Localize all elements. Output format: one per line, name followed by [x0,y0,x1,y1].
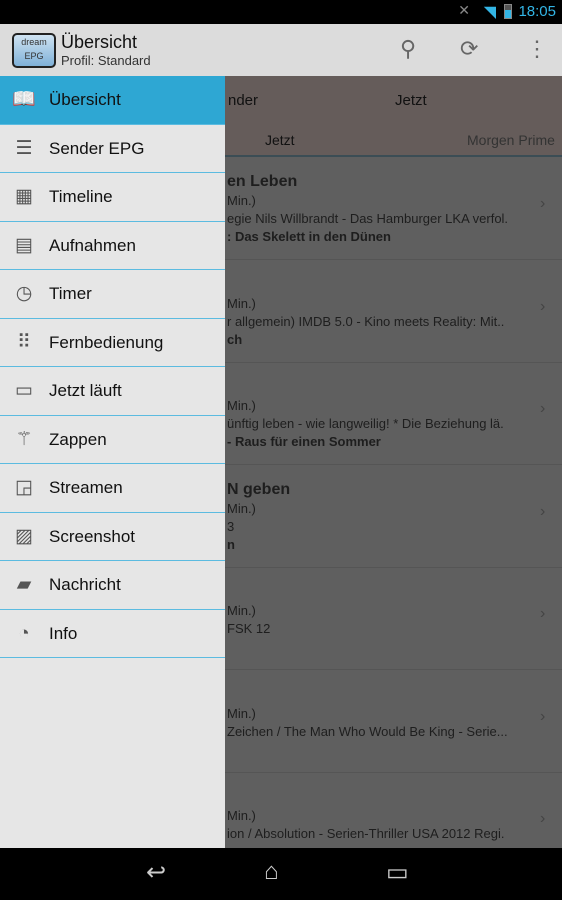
drawer-item-streamen[interactable]: ◲ Streamen [0,464,225,513]
chevron-right-icon: › [540,605,546,622]
time-spinner[interactable]: Jetzt [395,92,427,109]
drawer-item-label: Zappen [49,429,107,449]
programme-episode: ch [227,331,243,347]
programme-description: FSK 12 [227,621,271,636]
film-icon: ▤ [15,234,33,256]
image-icon: ▨ [15,525,33,547]
app-logo[interactable]: dream EPG [12,33,56,68]
programme-duration: Min.) [227,295,256,311]
programme-duration: Min.) [227,603,256,618]
chevron-right-icon: › [540,297,546,315]
drawer-item-label: Fernbedienung [49,332,164,352]
clock-icon: ◷ [15,283,33,304]
status-bar: ✕ ◥ 18:05 [0,0,562,24]
programme-title: en Leben [227,173,298,190]
search-icon[interactable]: ⚲ [400,36,416,62]
system-nav-bar: ↩ ⌂ ▭ [0,848,562,900]
drawer-item-info[interactable]: ◔ Info [0,610,225,658]
cast-icon: ◲ [15,477,33,498]
back-icon[interactable]: ↩ [146,858,166,887]
sender-spinner[interactable]: nder [228,92,258,109]
drawer-item-fernbedienung[interactable]: ⠿ Fernbedienung [0,319,225,367]
chevron-right-icon: › [540,502,546,520]
programme-duration: Min.) [227,398,256,413]
chevron-right-icon: › [540,195,546,212]
home-icon[interactable]: ⌂ [264,858,279,886]
drawer-item-label: Screenshot [49,526,135,546]
drawer-item-übersicht[interactable]: 📖 Übersicht [0,76,225,125]
chat-icon: ▰ [16,574,32,595]
battery-icon [504,4,512,19]
action-bar: dream EPG Übersicht Profil: Standard ⚲ ⟳ … [0,24,562,76]
drawer-item-sender-epg[interactable]: ☰ Sender EPG [0,125,225,173]
chevron-right-icon: › [540,400,546,417]
programme-description: egie Nils Willbrandt - Das Hamburger LKA… [227,211,509,226]
tab-jetzt[interactable]: Jetzt [265,132,295,148]
profile-subtitle: Profil: Standard [61,53,151,68]
drawer-item-timeline[interactable]: ▦ Timeline [0,173,225,222]
drawer-item-label: Timeline [49,187,113,206]
drawer-item-screenshot[interactable]: ▨ Screenshot [0,513,225,561]
chevron-right-icon: › [540,707,546,725]
programme-description: ion / Absolution - Serien-Thriller USA 2… [227,826,505,841]
tab-morgen-prime[interactable]: Morgen Prime [467,132,555,148]
drawer-item-label: Aufnahmen [49,235,136,255]
overflow-icon[interactable]: ⋮ [526,36,548,62]
refresh-icon[interactable]: ⟳ [460,36,478,62]
drawer-item-label: Info [49,623,78,643]
programme-description: r allgemein) IMDB 5.0 - Kino meets Reali… [227,313,505,329]
drawer-item-label: Nachricht [49,575,121,594]
drawer-item-nachricht[interactable]: ▰ Nachricht [0,561,225,610]
magic-wand-icon: ⚚ [15,428,33,450]
calendar-icon: ▦ [15,186,33,207]
keypad-icon: ⠿ [17,331,31,353]
programme-duration: Min.) [227,193,256,208]
programme-duration: Min.) [227,808,256,823]
page-title: Übersicht [61,32,138,52]
list-icon: ☰ [15,137,33,159]
wifi-icon: ◥ [483,4,496,21]
drawer-item-label: Sender EPG [49,138,145,158]
drawer-item-aufnahmen[interactable]: ▤ Aufnahmen [0,222,225,270]
navigation-drawer: 📖 Übersicht ☰ Sender EPG ▦ Timeline ▤ Aufnahmen… [0,76,225,848]
mute-icon: ✕ [458,2,470,18]
drawer-item-timer[interactable]: ◷ Timer [0,270,225,319]
programme-episode: n [227,536,235,552]
chevron-right-icon: › [540,810,546,827]
recents-icon[interactable]: ▭ [386,858,409,887]
drawer-item-label: Jetzt läuft [49,381,122,400]
drawer-item-label: Timer [49,284,92,303]
programme-duration: Min.) [227,705,256,721]
pie-chart-icon: ◔ [18,622,30,644]
programme-description: 3 [227,518,235,534]
programme-duration: Min.) [227,500,256,516]
drawer-item-jetzt-läuft[interactable]: ▭ Jetzt läuft [0,367,225,416]
programme-episode: - Raus für einen Sommer [227,434,381,449]
programme-title: N geben [227,480,291,498]
drawer-item-label: Streamen [49,478,123,497]
drawer-item-zappen[interactable]: ⚚ Zappen [0,416,225,464]
programme-description: ünftig leben - wie langweilig! * Die Bez… [227,416,504,431]
book-icon: 📖 [12,89,36,110]
monitor-icon: ▭ [15,380,33,401]
programme-episode: : Das Skelett in den Dünen [227,229,391,244]
programme-description: Zeichen / The Man Who Would Be King - Se… [227,723,508,739]
clock: 18:05 [518,3,556,20]
drawer-item-label: Übersicht [49,90,121,109]
